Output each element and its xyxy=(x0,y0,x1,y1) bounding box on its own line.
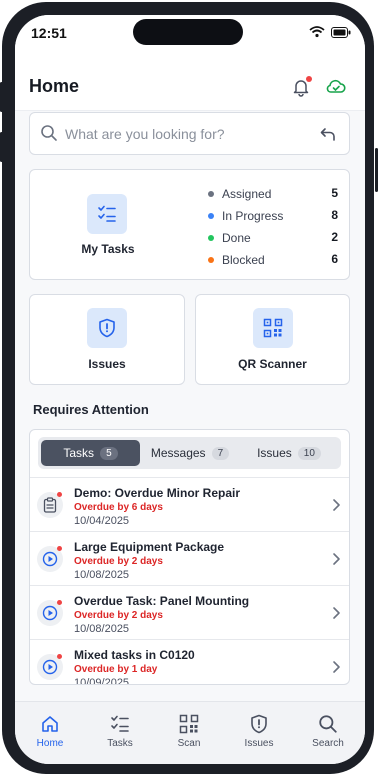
screen: 12:51 Home What are you looking for? My … xyxy=(15,15,365,764)
nav-label: Issues xyxy=(244,738,274,749)
search-icon xyxy=(41,125,57,141)
search-icon xyxy=(319,715,337,733)
nav-scan[interactable]: Scan xyxy=(159,714,219,749)
nav-label: Tasks xyxy=(107,738,133,749)
tab-label: Messages xyxy=(150,446,206,460)
nav-label: Search xyxy=(312,738,344,749)
issues-label: Issues xyxy=(88,357,126,371)
tab-label: Tasks xyxy=(63,446,95,460)
tab-messages[interactable]: Messages 7 xyxy=(140,440,240,466)
overdue-label: Overdue by 6 days xyxy=(74,502,163,513)
item-date: 10/04/2025 xyxy=(74,515,130,527)
my-tasks-label: My Tasks xyxy=(81,242,135,256)
alert-dot xyxy=(57,546,62,551)
dynamic-island xyxy=(133,19,243,45)
item-title: Mixed tasks in C0120 xyxy=(74,648,195,662)
status-icons xyxy=(309,26,351,38)
list-item[interactable]: Overdue Task: Panel Mounting Overdue by … xyxy=(30,585,349,639)
home-icon xyxy=(42,716,58,732)
stat-value: 8 xyxy=(331,208,338,222)
page-title: Home xyxy=(29,76,80,96)
tab-count: 5 xyxy=(100,446,118,460)
alert-dot xyxy=(57,600,62,605)
phone-frame: 12:51 Home What are you looking for? My … xyxy=(2,2,374,774)
search-input[interactable]: What are you looking for? xyxy=(65,126,225,142)
list-item[interactable]: Large Equipment Package Overdue by 2 day… xyxy=(30,531,349,585)
stat-done: Done 2 xyxy=(208,230,338,246)
list-item[interactable]: Mixed tasks in C0120 Overdue by 1 day 10… xyxy=(30,639,349,685)
tab-count: 7 xyxy=(211,446,230,460)
notification-dot xyxy=(306,76,312,82)
shield-alert-icon xyxy=(251,714,267,734)
chevron-right-icon xyxy=(333,553,340,565)
overdue-label: Overdue by 1 day xyxy=(74,664,158,675)
tab-label: Issues xyxy=(257,446,292,460)
battery-icon xyxy=(331,26,351,38)
nav-tasks[interactable]: Tasks xyxy=(90,714,150,749)
nav-search[interactable]: Search xyxy=(298,714,358,749)
status-dot xyxy=(208,213,214,219)
attention-tabs: Tasks 5 Messages 7 Issues 10 xyxy=(38,437,341,469)
item-date: 10/08/2025 xyxy=(74,623,130,635)
item-title: Demo: Overdue Minor Repair xyxy=(74,486,241,500)
chevron-right-icon xyxy=(333,607,340,619)
overdue-label: Overdue by 2 days xyxy=(74,610,163,621)
status-dot xyxy=(208,191,214,197)
bottom-tab-bar: Home Tasks Scan Issues Search xyxy=(15,701,365,764)
shield-alert-icon xyxy=(87,308,127,348)
item-title: Large Equipment Package xyxy=(74,540,225,554)
search-bar[interactable]: What are you looking for? xyxy=(29,112,350,155)
cloud-sync-icon[interactable] xyxy=(325,77,347,97)
stat-in-progress: In Progress 8 xyxy=(208,208,338,224)
tab-count: 10 xyxy=(297,446,321,460)
overdue-label: Overdue by 2 days xyxy=(74,556,163,567)
nav-label: Scan xyxy=(177,738,201,749)
wifi-icon xyxy=(309,26,325,38)
task-list-icon xyxy=(87,194,127,234)
item-title: Overdue Task: Panel Mounting xyxy=(74,594,250,608)
qr-code-icon xyxy=(179,714,199,734)
list-item[interactable]: Demo: Overdue Minor Repair Overdue by 6 … xyxy=(30,477,349,531)
stat-assigned: Assigned 5 xyxy=(208,186,338,202)
stat-label: In Progress xyxy=(222,209,284,223)
status-dot xyxy=(208,235,214,241)
qr-scanner-card[interactable]: QR Scanner xyxy=(195,294,350,385)
stat-label: Assigned xyxy=(222,187,272,201)
stat-blocked: Blocked 6 xyxy=(208,252,338,268)
requires-attention-panel: Tasks 5 Messages 7 Issues 10 Demo: Overd… xyxy=(29,429,350,685)
app-header: Home xyxy=(15,59,365,111)
tab-issues[interactable]: Issues 10 xyxy=(240,440,338,466)
my-tasks-card[interactable]: My Tasks Assigned 5 In Progress 8 Done 2… xyxy=(29,169,350,280)
stat-label: Blocked xyxy=(222,253,265,267)
stat-value: 5 xyxy=(331,186,338,200)
return-icon[interactable] xyxy=(319,125,337,143)
issues-card[interactable]: Issues xyxy=(29,294,185,385)
tab-tasks[interactable]: Tasks 5 xyxy=(41,440,140,466)
alert-dot xyxy=(57,492,62,497)
chevron-right-icon xyxy=(333,499,340,511)
section-title: Requires Attention xyxy=(33,402,149,417)
stat-value: 2 xyxy=(331,230,338,244)
status-time: 12:51 xyxy=(31,25,67,41)
nav-issues[interactable]: Issues xyxy=(229,714,289,749)
item-date: 10/09/2025 xyxy=(74,677,130,685)
stat-label: Done xyxy=(222,231,251,245)
qr-scanner-label: QR Scanner xyxy=(238,357,307,371)
nav-label: Home xyxy=(36,738,64,749)
nav-home[interactable]: Home xyxy=(20,714,80,749)
chevron-right-icon xyxy=(333,661,340,673)
qr-code-icon xyxy=(253,308,293,348)
status-dot xyxy=(208,257,214,263)
status-bar: 12:51 xyxy=(15,15,365,59)
stat-value: 6 xyxy=(331,252,338,266)
item-date: 10/08/2025 xyxy=(74,569,130,581)
alert-dot xyxy=(57,654,62,659)
task-list-icon xyxy=(111,715,129,732)
